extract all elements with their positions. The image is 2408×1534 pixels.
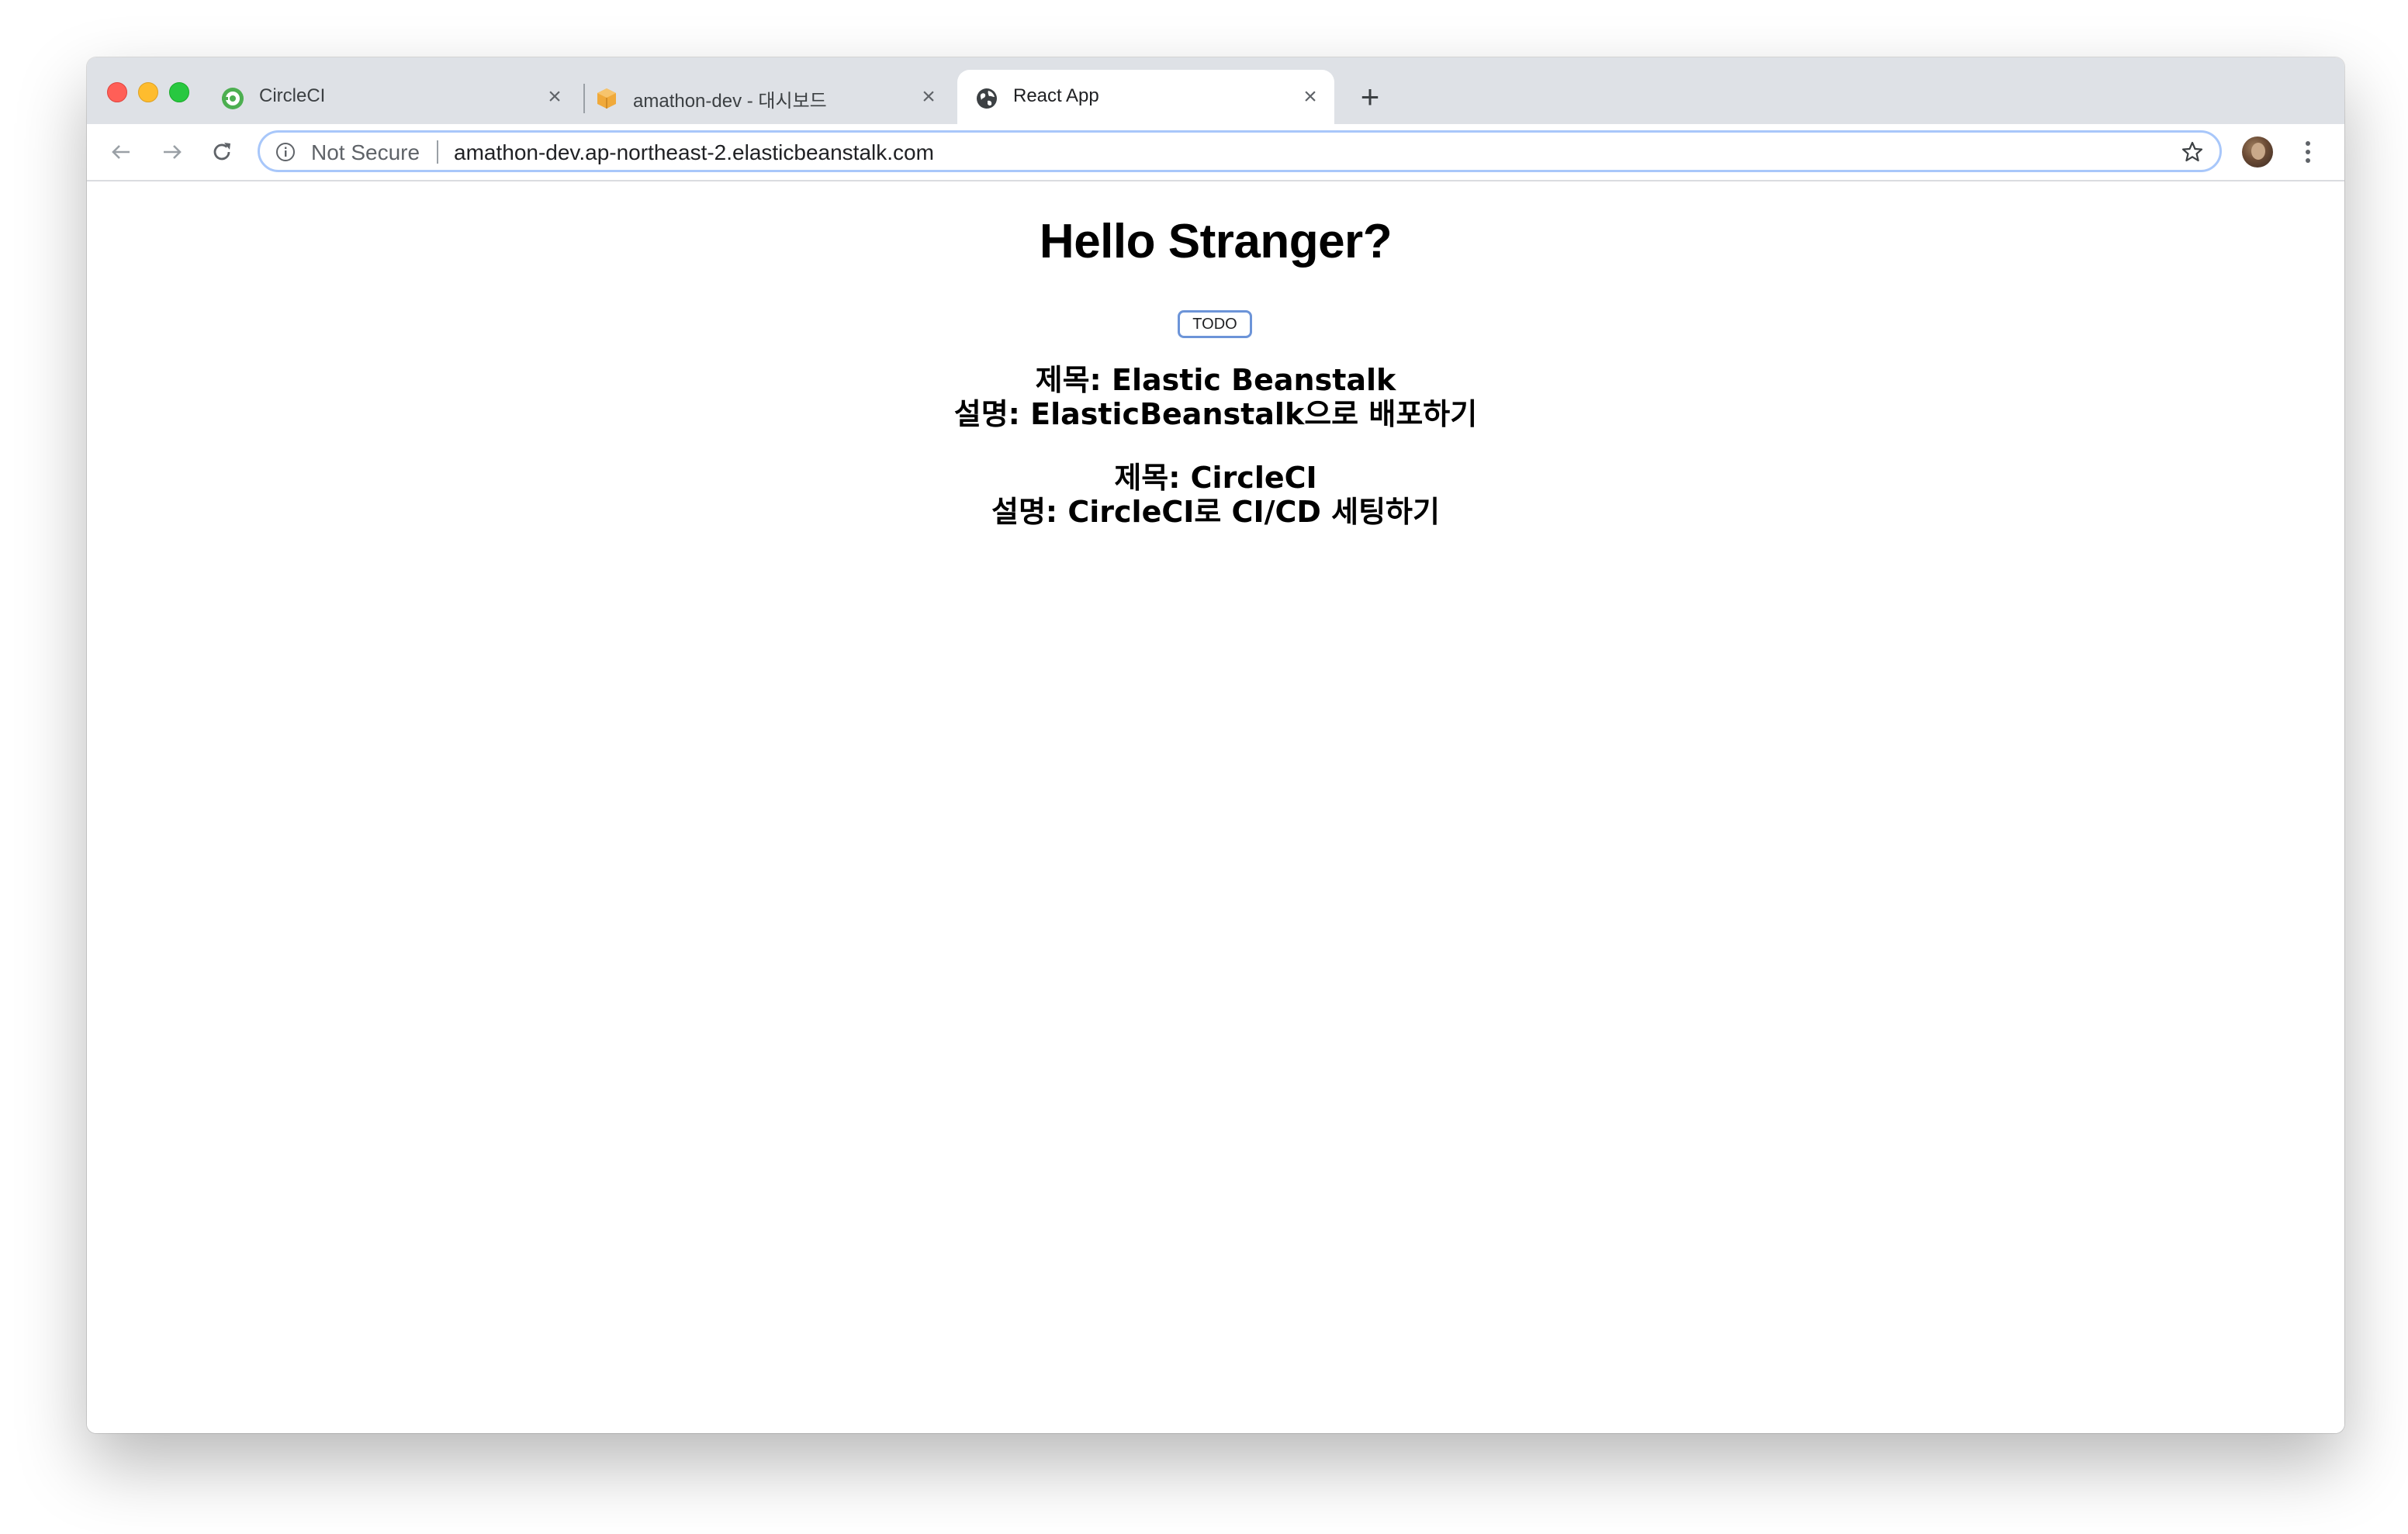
todo-description: 설명: CircleCI로 CI/CD 세팅하기 <box>991 495 1440 529</box>
todo-item: 제목: CircleCI 설명: CircleCI로 CI/CD 세팅하기 <box>87 461 2344 529</box>
todo-title: 제목: CircleCI <box>1114 461 1317 495</box>
address-bar[interactable]: Not Secure amathon-dev.ap-northeast-2.el… <box>258 130 2222 172</box>
todo-item: 제목: Elastic Beanstalk 설명: ElasticBeansta… <box>87 363 2344 431</box>
reload-icon <box>213 143 230 161</box>
url-text[interactable]: amathon-dev.ap-northeast-2.elasticbeanst… <box>454 140 934 165</box>
forward-arrow-icon <box>164 145 182 159</box>
todo-description: 설명: ElasticBeanstalk으로 배포하기 <box>953 397 1478 431</box>
tab-title: React App <box>1013 85 1099 106</box>
bookmark-star-icon[interactable] <box>2181 140 2204 164</box>
aws-box-icon <box>597 88 616 109</box>
browser-toolbar: Not Secure amathon-dev.ap-northeast-2.el… <box>87 124 2344 181</box>
avatar-face <box>2251 143 2265 160</box>
globe-icon <box>977 88 997 109</box>
todo-list: 제목: Elastic Beanstalk 설명: ElasticBeansta… <box>87 363 2344 558</box>
zoom-window-button[interactable] <box>169 82 189 102</box>
todo-button[interactable]: TODO <box>1178 310 1252 338</box>
page-content: Hello Stranger? TODO 제목: Elastic Beansta… <box>87 181 2344 1433</box>
circleci-icon <box>222 88 244 109</box>
minimize-window-button[interactable] <box>138 82 158 102</box>
tab-strip: CircleCI × amathon-dev - 대시보드 × React Ap… <box>87 57 2344 124</box>
close-tab-icon[interactable]: × <box>1299 85 1322 109</box>
back-button[interactable] <box>104 135 138 169</box>
tab-aws-dashboard[interactable]: amathon-dev - 대시보드 × <box>577 70 953 124</box>
close-tab-icon[interactable]: × <box>917 85 940 109</box>
close-window-button[interactable] <box>107 82 127 102</box>
profile-avatar[interactable] <box>2242 136 2273 168</box>
back-arrow-icon <box>112 145 130 159</box>
omnibox-divider <box>437 140 438 164</box>
tab-react-app[interactable]: React App × <box>957 70 1334 124</box>
forward-button[interactable] <box>155 135 189 169</box>
info-icon[interactable] <box>275 142 296 162</box>
reload-button[interactable] <box>205 135 239 169</box>
tab-title: amathon-dev - 대시보드 <box>633 91 827 112</box>
new-tab-button[interactable]: + <box>1354 81 1386 113</box>
tab-title: CircleCI <box>259 85 326 106</box>
page-heading: Hello Stranger? <box>1039 215 1393 268</box>
menu-icon[interactable] <box>2296 138 2320 166</box>
tab-circleci[interactable]: CircleCI × <box>203 70 579 124</box>
close-tab-icon[interactable]: × <box>543 85 566 109</box>
security-status[interactable]: Not Secure <box>311 140 420 165</box>
todo-title: 제목: Elastic Beanstalk <box>1035 363 1396 397</box>
browser-window: CircleCI × amathon-dev - 대시보드 × React Ap… <box>87 57 2344 1433</box>
